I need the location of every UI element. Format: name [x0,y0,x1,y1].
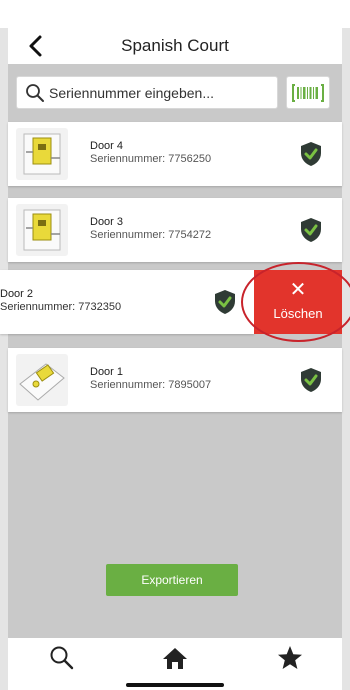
app-screen: Spanish Court Seriennummer eingeben... D… [0,0,350,690]
device-serial: Seriennummer: 7732350 [0,301,122,313]
device-row-swiped[interactable]: Door 2 Seriennummer: 7732350 [0,270,254,334]
shield-check-icon [301,218,321,242]
barcode-scan-button[interactable] [286,76,330,109]
shield-check-icon [215,290,235,314]
device-thumbnail [16,354,68,406]
device-serial: Seriennummer: 7895007 [90,379,212,391]
tab-favorites[interactable] [270,644,310,672]
export-button[interactable]: Exportieren [106,564,238,596]
search-icon [26,84,44,102]
status-bar [0,0,350,28]
home-icon [163,648,187,669]
device-row[interactable]: Door 3 Seriennummer: 7754272 [8,198,342,262]
page-title: Spanish Court [121,36,229,55]
shield-check-icon [301,368,321,392]
shield-check-icon [301,142,321,166]
device-frame-right [342,0,350,690]
device-row[interactable]: Door 4 Seriennummer: 7756250 [8,122,342,186]
tab-search[interactable] [42,644,82,672]
search-icon [50,646,74,670]
device-row[interactable]: Door 1 Seriennummer: 7895007 [8,348,342,412]
search-bar[interactable] [16,76,278,109]
star-icon [278,646,302,669]
device-serial: Seriennummer: 7754272 [90,229,212,241]
device-list-area: Door 4 Seriennummer: 7756250 Door 3 Seri… [0,64,350,638]
device-frame-left [0,0,8,690]
highlight-circle [241,262,350,342]
device-name: Door 1 [90,366,124,378]
nav-header: Spanish Court [8,28,342,64]
device-name: Door 3 [90,216,124,228]
tab-home[interactable] [155,644,195,672]
device-name: Door 2 [0,288,34,300]
device-serial: Seriennummer: 7756250 [90,153,212,165]
barcode-icon [292,84,324,102]
home-indicator [126,683,224,687]
serial-search-input[interactable] [49,81,269,105]
device-name: Door 4 [90,140,124,152]
device-thumbnail [16,204,68,256]
bottom-tab-bar [8,638,342,690]
device-thumbnail [16,128,68,180]
